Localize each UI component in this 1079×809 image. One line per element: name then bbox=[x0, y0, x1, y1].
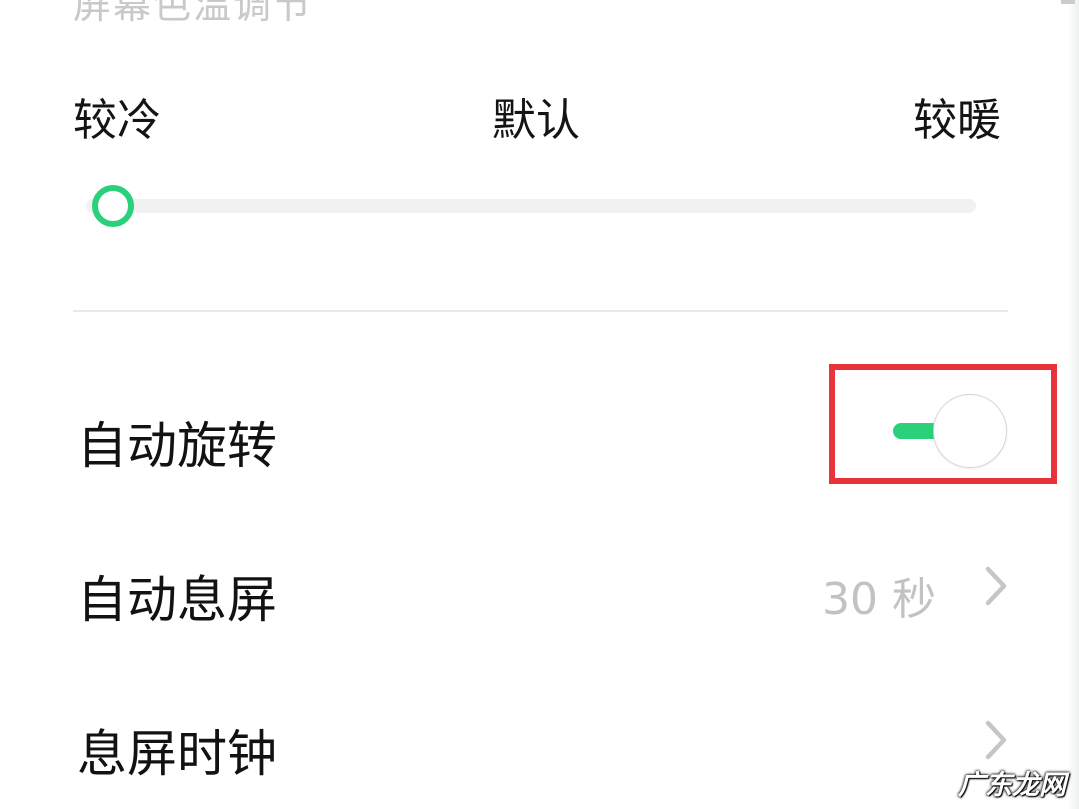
screen-edge-tick bbox=[1061, 0, 1075, 4]
chevron-right-icon[interactable] bbox=[983, 719, 1009, 761]
color-temp-warm-label: 较暖 bbox=[913, 95, 1001, 146]
color-temp-default-label: 默认 bbox=[492, 95, 580, 146]
auto-rotate-label: 自动旋转 bbox=[77, 417, 277, 475]
color-temp-slider-thumb[interactable] bbox=[91, 185, 134, 227]
watermark-text: 广东龙网 bbox=[958, 770, 1066, 801]
screen-off-clock-label[interactable]: 息屏时钟 bbox=[77, 714, 277, 786]
color-temp-slider[interactable] bbox=[86, 184, 976, 228]
divider bbox=[73, 310, 1008, 312]
auto-screen-off-label[interactable]: 自动息屏 bbox=[77, 560, 277, 632]
highlight-box bbox=[829, 364, 1057, 484]
color-temp-slider-track[interactable] bbox=[86, 199, 976, 213]
screen-edge bbox=[1067, 0, 1079, 809]
section-title: 屏幕色温调节 bbox=[73, 0, 314, 27]
color-temp-cold-label: 较冷 bbox=[73, 95, 161, 146]
chevron-right-icon[interactable] bbox=[983, 565, 1009, 607]
auto-screen-off-value: 30 秒 bbox=[822, 574, 936, 625]
